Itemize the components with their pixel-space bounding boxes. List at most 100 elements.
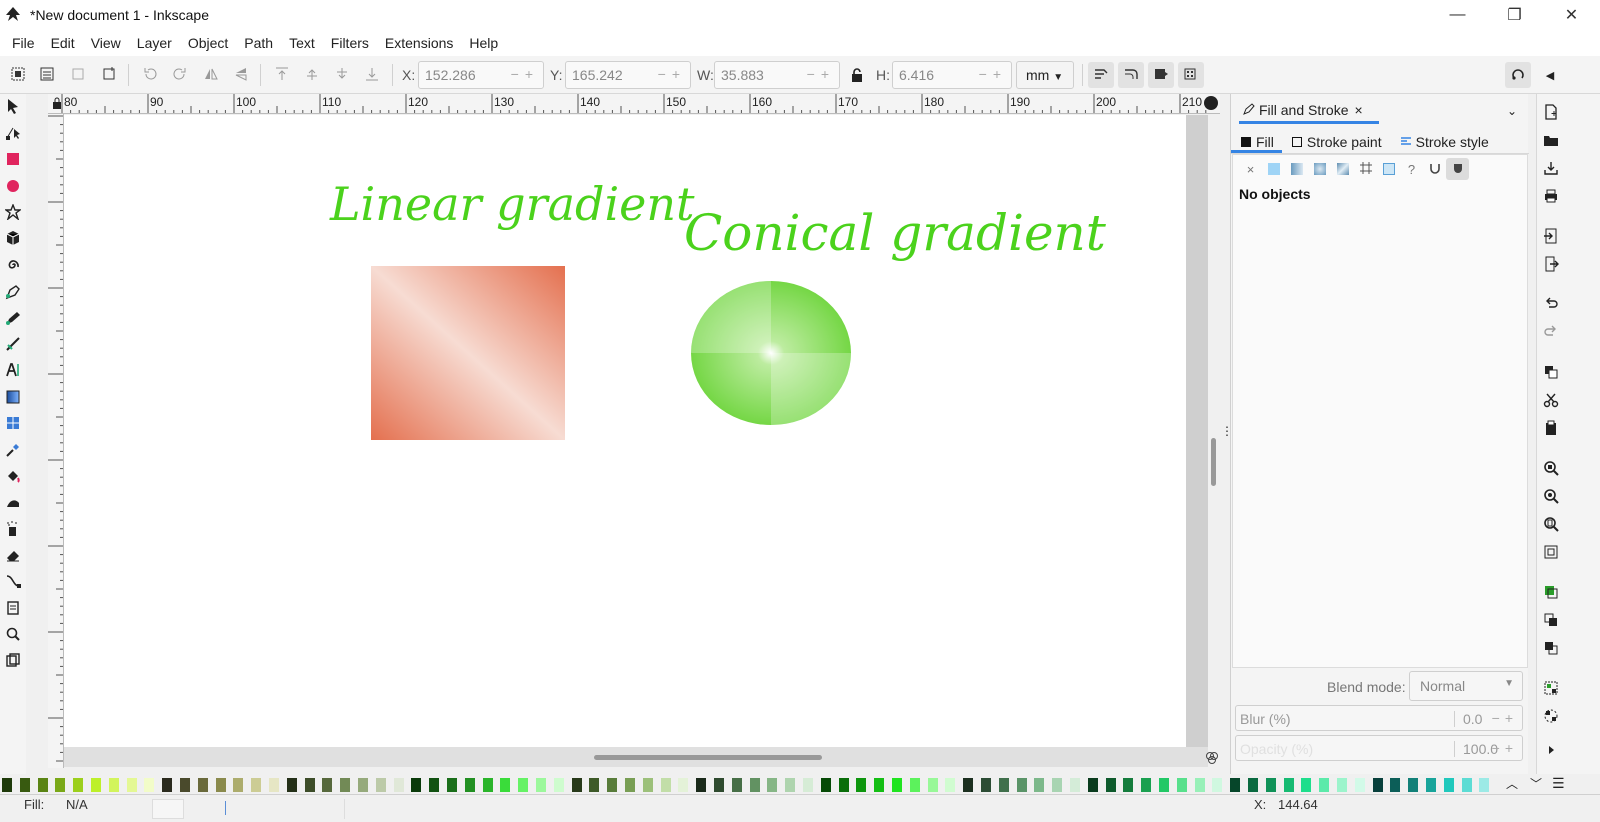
clone-icon[interactable]: [1543, 612, 1559, 628]
palette-swatch[interactable]: [803, 778, 813, 792]
lock-icon[interactable]: [849, 67, 865, 83]
vertical-scrollbar[interactable]: [1208, 115, 1220, 747]
palette-swatch[interactable]: [1337, 778, 1347, 792]
dropper-tool-icon[interactable]: [5, 442, 21, 458]
tab-fill[interactable]: Fill: [1231, 128, 1282, 153]
tab-close-button[interactable]: ×: [1354, 102, 1362, 118]
palette-swatch[interactable]: [126, 778, 137, 792]
palette-swatch[interactable]: [625, 778, 635, 792]
palette-swatch[interactable]: [233, 778, 244, 792]
palette-swatch[interactable]: [500, 778, 511, 792]
paint-linear-button[interactable]: [1285, 158, 1308, 180]
menu-object[interactable]: Object: [180, 30, 236, 56]
palette-swatch[interactable]: [874, 778, 885, 792]
export-icon[interactable]: [1543, 256, 1559, 272]
palette-swatch[interactable]: [482, 778, 493, 792]
zoom-tool-icon[interactable]: [5, 626, 21, 642]
select-all-layers-icon[interactable]: [39, 66, 55, 82]
stroke-width-box[interactable]: [152, 799, 184, 819]
zoom-drawing-icon[interactable]: [1543, 488, 1559, 504]
linear-gradient-text[interactable]: Linear gradient: [330, 177, 695, 231]
palette-swatch[interactable]: [180, 778, 190, 792]
palette-swatch[interactable]: [393, 778, 404, 792]
paint-mesh-button[interactable]: [1331, 158, 1354, 180]
palette-swatch[interactable]: [447, 778, 457, 792]
palette-swatch[interactable]: [1372, 778, 1383, 792]
zoom-page-icon[interactable]: [1543, 516, 1559, 532]
opacity-spin[interactable]: −+: [1492, 740, 1518, 756]
palette-swatch[interactable]: [892, 778, 902, 792]
paint-flat-button[interactable]: [1262, 158, 1285, 180]
height-input[interactable]: 6.416 −+: [892, 61, 1012, 89]
new-document-icon[interactable]: [1543, 104, 1559, 120]
palette-swatch[interactable]: [1479, 778, 1490, 792]
snap-options-button[interactable]: ◀: [1537, 62, 1563, 88]
w-spin[interactable]: −+: [807, 66, 835, 82]
color-management-icon[interactable]: [1205, 751, 1219, 768]
palette-swatch[interactable]: [37, 778, 48, 792]
palette-swatch[interactable]: [1176, 778, 1187, 792]
palette-swatch[interactable]: [55, 778, 66, 792]
zoom-corner-icon[interactable]: [1204, 96, 1218, 110]
palette-swatch[interactable]: [1265, 778, 1276, 792]
blend-mode-select[interactable]: Normal ▼: [1409, 671, 1523, 701]
connector-tool-icon[interactable]: [5, 573, 21, 589]
palette-swatch[interactable]: [1408, 778, 1419, 792]
scale-stroke-button[interactable]: [1088, 62, 1114, 88]
palette-swatch[interactable]: [162, 778, 173, 792]
palette-swatch[interactable]: [607, 778, 618, 792]
palette-swatch[interactable]: [286, 778, 297, 792]
palette-swatch[interactable]: [927, 778, 938, 792]
palette-swatch[interactable]: [1212, 778, 1223, 792]
palette-swatch[interactable]: [358, 778, 368, 792]
node-tool-icon[interactable]: [5, 124, 21, 140]
group-icon[interactable]: [1543, 680, 1559, 696]
unit-select[interactable]: mm ▼: [1016, 61, 1074, 89]
palette-swatch[interactable]: [269, 778, 279, 792]
measure-tool-icon[interactable]: [5, 652, 21, 668]
palette-swatch[interactable]: [429, 778, 440, 792]
raise-to-top-icon[interactable]: [274, 66, 290, 82]
menu-file[interactable]: File: [4, 30, 43, 56]
dock-handle-icon[interactable]: ⋮: [1221, 424, 1233, 438]
palette-swatch[interactable]: [749, 778, 760, 792]
rotate-cw-icon[interactable]: [172, 66, 188, 82]
palette-swatch[interactable]: [464, 778, 475, 792]
cut-icon[interactable]: [1543, 392, 1559, 408]
x-spin[interactable]: −+: [511, 66, 539, 82]
palette-swatch[interactable]: [518, 778, 529, 792]
import-icon[interactable]: [1543, 228, 1559, 244]
calligraphy-tool-icon[interactable]: [5, 336, 21, 352]
drawing-canvas[interactable]: Linear gradient Conical gradient: [64, 115, 1186, 747]
palette-swatch[interactable]: [1159, 778, 1169, 792]
palette-swatch[interactable]: [375, 778, 386, 792]
horizontal-scrollbar[interactable]: [64, 747, 1208, 767]
palette-swatch[interactable]: [1034, 778, 1045, 792]
scale-corners-button[interactable]: [1118, 62, 1144, 88]
pencil-tool-icon[interactable]: [5, 310, 21, 326]
menu-text[interactable]: Text: [281, 30, 323, 56]
menu-edit[interactable]: Edit: [43, 30, 83, 56]
palette-swatch[interactable]: [945, 778, 956, 792]
paint-bucket-tool-icon[interactable]: [5, 468, 21, 484]
palette-swatch[interactable]: [571, 778, 582, 792]
flip-horizontal-icon[interactable]: [203, 66, 219, 82]
palette-swatch[interactable]: [731, 778, 742, 792]
palette-swatch[interactable]: [1354, 778, 1365, 792]
palette-swatch[interactable]: [536, 778, 546, 792]
text-tool-icon[interactable]: [5, 362, 21, 378]
palette-swatch[interactable]: [411, 778, 422, 792]
rotate-ccw-icon[interactable]: [142, 66, 158, 82]
zoom-selection-icon[interactable]: [1543, 460, 1559, 476]
deselect-icon[interactable]: [70, 66, 86, 82]
y-spin[interactable]: −+: [658, 66, 686, 82]
paint-swatch-button[interactable]: [1377, 158, 1400, 180]
conical-gradient-text[interactable]: Conical gradient: [684, 204, 1106, 262]
palette-swatch[interactable]: [838, 778, 849, 792]
palette-swatch[interactable]: [1105, 778, 1116, 792]
palette-swatch[interactable]: [642, 778, 653, 792]
palette-swatch[interactable]: [1052, 778, 1063, 792]
tab-stroke-paint[interactable]: Stroke paint: [1282, 128, 1390, 153]
tab-fill-and-stroke[interactable]: Fill and Stroke ×: [1239, 98, 1379, 124]
tab-stroke-style[interactable]: Stroke style: [1390, 128, 1497, 153]
